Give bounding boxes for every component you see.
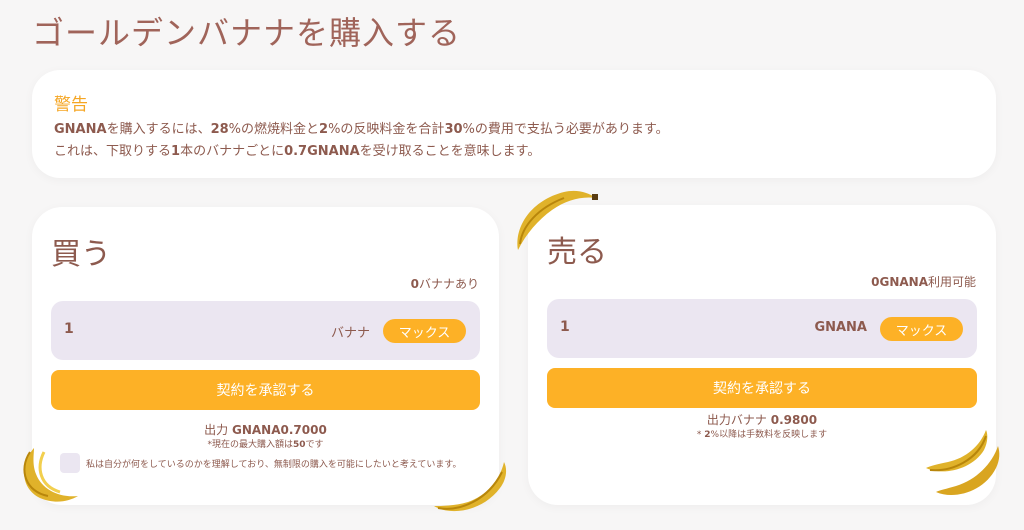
sell-output: 出力バナナ 0.9800	[528, 411, 996, 428]
token-name: GNANA	[54, 122, 107, 137]
sell-amount-input[interactable]: 1 GNANA マックス	[547, 299, 977, 358]
banana-count: 1	[171, 144, 181, 159]
note-suffix: です	[305, 440, 324, 450]
note-value: 50	[292, 440, 306, 450]
banana-icon	[23, 448, 78, 502]
warning-line-1: GNANAを購入するには、28%の燃焼料金と2%の反映料金を合計30%の費用で支…	[54, 119, 976, 141]
buy-amount-value[interactable]: 1	[64, 321, 74, 337]
unlimited-purchase-option[interactable]: 私は自分が何をしているのかを理解しており、無制限の購入を可能にしたいと考えていま…	[60, 453, 461, 473]
buy-max-note: *現在の最大購入額は50です	[32, 437, 499, 450]
buy-card: 買う 0バナナあり 1 バナナ マックス 契約を承認する 出力 GNANA0.7…	[32, 207, 499, 505]
sell-output-value: 0.9800	[770, 413, 818, 427]
buy-output: 出力 GNANA0.7000	[32, 421, 499, 438]
unlimited-purchase-label: 私は自分が何をしているのかを理解しており、無制限の購入を可能にしたいと考えていま…	[86, 459, 462, 470]
warning-text: これは、下取りする	[54, 144, 172, 159]
note-text: 現在の最大購入額は	[211, 440, 293, 450]
banana-icon	[517, 190, 598, 250]
buy-unit: バナナ	[330, 326, 370, 341]
buy-amount-input[interactable]: 1 バナナ マックス	[51, 301, 480, 360]
sell-amount-value[interactable]: 1	[560, 319, 570, 335]
banana-icon	[926, 430, 1000, 495]
warning-text: 本のバナナごとに	[180, 144, 285, 159]
buy-balance: 0バナナあり	[411, 275, 479, 292]
sell-approve-button[interactable]: 契約を承認する	[547, 368, 977, 408]
warning-text: を受け取ることを意味します。	[359, 144, 541, 159]
total-fee: 30	[444, 122, 463, 137]
reflect-fee: 2	[319, 122, 329, 137]
buy-max-button[interactable]: マックス	[383, 319, 466, 343]
gnana-amount: 0.7GNANA	[284, 144, 360, 159]
buy-output-label: 出力	[204, 423, 232, 437]
banana-icon	[434, 462, 507, 512]
sell-balance: 0GNANA利用可能	[871, 273, 976, 290]
sell-output-label: 出力バナナ	[706, 413, 771, 427]
buy-approve-button[interactable]: 契約を承認する	[51, 370, 480, 410]
sell-max-button[interactable]: マックス	[880, 317, 963, 341]
page-title: ゴールデンバナナを購入する	[32, 14, 462, 52]
warning-panel: 警告 GNANAを購入するには、28%の燃焼料金と2%の反映料金を合計30%の費…	[32, 70, 996, 178]
sell-unit: GNANA	[814, 320, 867, 335]
buy-title: 買う	[51, 237, 111, 272]
warning-text: を購入するには、	[106, 122, 211, 137]
warning-text: %の費用で支払う必要があります。	[462, 122, 669, 137]
warning-text: %の燃焼料金と	[228, 122, 320, 137]
warning-text: %の反映料金を合計	[328, 122, 445, 137]
buy-output-value: GNANA0.7000	[232, 423, 327, 437]
sell-balance-value: 0GNANA	[871, 275, 928, 289]
warning-title: 警告	[54, 95, 88, 115]
buy-balance-value: 0	[410, 277, 419, 291]
warning-line-2: これは、下取りする1本のバナナごとに0.7GNANAを受け取ることを意味します。	[54, 141, 976, 163]
sell-balance-label: 利用可能	[927, 275, 976, 289]
buy-balance-label: バナナあり	[418, 277, 479, 291]
burn-fee: 28	[210, 122, 229, 137]
note-text: %以降は手数料を反映します	[710, 430, 828, 440]
